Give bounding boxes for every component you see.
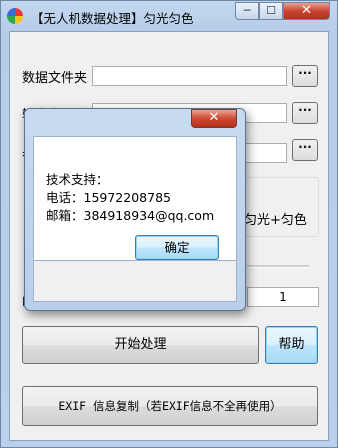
title-bar[interactable]: 【无人机数据处理】匀光匀色 ─ ☐ ✕	[1, 1, 337, 31]
minimize-button[interactable]: ─	[235, 2, 259, 20]
dialog-footer	[33, 261, 237, 302]
window-title: 【无人机数据处理】匀光匀色	[31, 11, 194, 26]
close-button[interactable]: ✕	[283, 2, 330, 20]
third-field-browse-button[interactable]: ···	[292, 139, 318, 161]
color-wheel-icon	[7, 8, 23, 24]
help-button[interactable]: 帮助	[265, 326, 318, 364]
data-folder-label: 数据文件夹	[22, 71, 88, 86]
start-processing-button[interactable]: 开始处理	[22, 326, 259, 364]
slider-track[interactable]	[247, 265, 309, 268]
number-input[interactable]: 1	[247, 287, 319, 307]
data-folder-browse-button[interactable]: ···	[292, 65, 318, 87]
email-line: 邮箱：384918934@qq.com	[46, 208, 215, 223]
data-folder-input[interactable]	[92, 66, 287, 86]
mode-group-box	[241, 177, 319, 237]
maximize-button[interactable]: ☐	[259, 2, 283, 20]
mode-option-label[interactable]: 匀光+匀色	[244, 209, 307, 228]
output-folder-browse-button[interactable]: ···	[292, 102, 318, 124]
exif-copy-button[interactable]: EXIF 信息复制（若EXIF信息不全再使用）	[22, 386, 318, 426]
support-label: 技术支持：	[46, 172, 109, 187]
phone-line: 电话：15972208785	[46, 190, 171, 205]
ok-button[interactable]: 确定	[135, 235, 219, 260]
support-dialog: ✕ 技术支持： 电话：15972208785 邮箱：384918934@qq.c…	[24, 108, 246, 311]
dialog-close-button[interactable]: ✕	[191, 109, 237, 128]
